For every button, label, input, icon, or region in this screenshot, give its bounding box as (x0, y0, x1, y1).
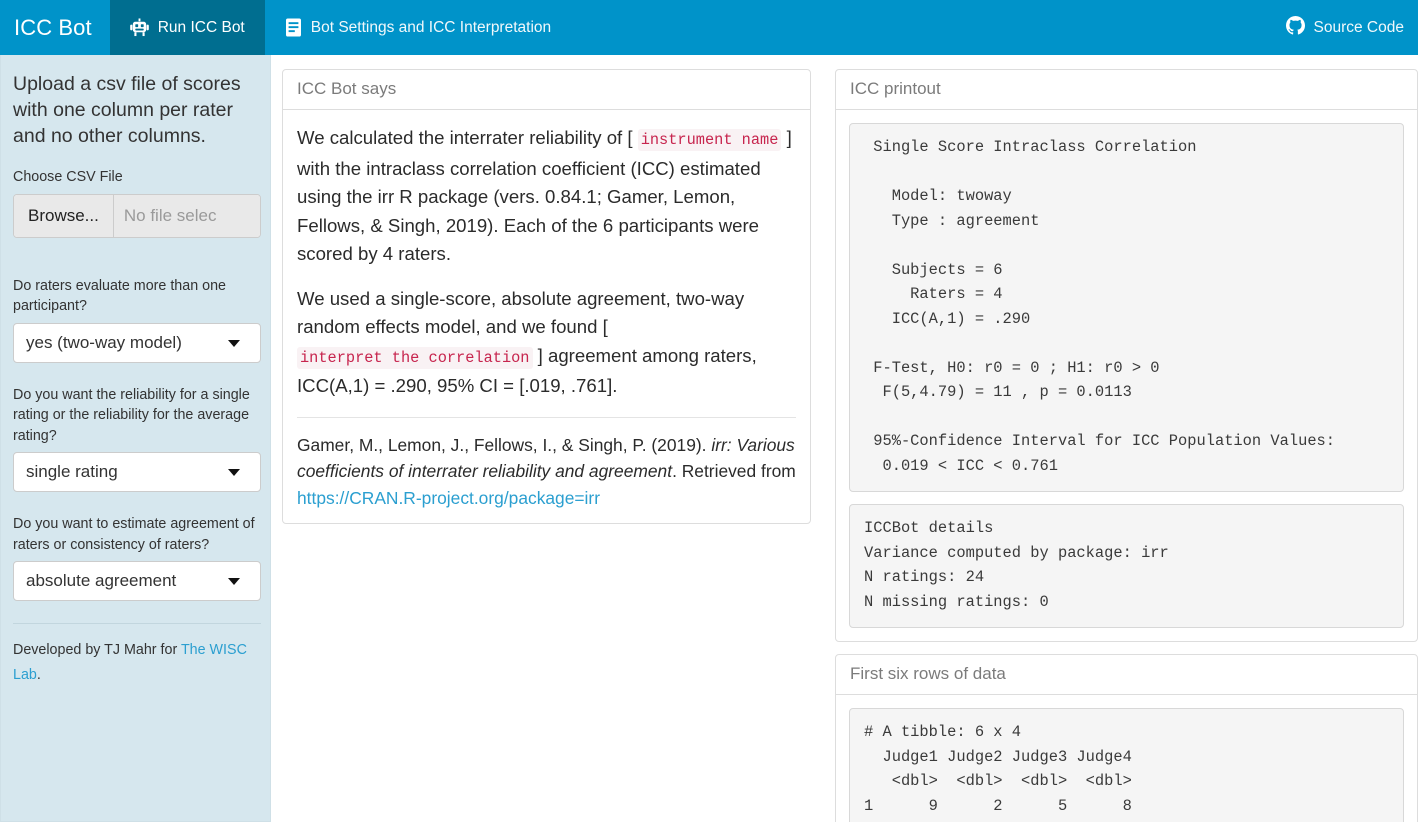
data-preview-title: First six rows of data (836, 655, 1417, 695)
data-preview-text: # A tibble: 6 x 4 Judge1 Judge2 Judge3 J… (864, 723, 1132, 822)
github-icon (1285, 15, 1305, 40)
select-rating-unit-value: single rating (26, 462, 118, 481)
nav-tabs: Run ICC Bot Bot Settings and ICC Interpr… (109, 0, 571, 55)
sidebar-heading: Upload a csv file of scores with one col… (13, 73, 241, 147)
bot-p2-code: interpret the correlation (297, 346, 533, 369)
data-preview-box: # A tibble: 6 x 4 Judge1 Judge2 Judge3 J… (849, 708, 1404, 822)
sidebar-divider (13, 623, 261, 624)
tab-bot-settings-label: Bot Settings and ICC Interpretation (310, 18, 552, 36)
bot-p1-part1: We calculated the interrater reliability… (297, 127, 638, 148)
sidebar-credit: Developed by TJ Mahr for The WISC Lab. (13, 638, 263, 688)
bot-says-column: ICC Bot says We calculated the interrate… (271, 69, 822, 524)
iccbot-details-box: ICCBot details Variance computed by pack… (849, 504, 1404, 628)
bot-p1-code: instrument name (637, 129, 782, 151)
csv-file-input[interactable]: Browse... No file selec (13, 193, 261, 238)
sidebar-credit-suffix: . (36, 667, 41, 683)
icc-printout-text: Single Score Intraclass Correlation Mode… (873, 138, 1336, 475)
icc-printout-box: Single Score Intraclass Correlation Mode… (849, 123, 1404, 492)
question-label-1: Do you want the reliability for a single… (13, 386, 250, 444)
source-code-link[interactable]: Source Code (1268, 0, 1418, 55)
browse-button[interactable]: Browse... (14, 194, 114, 237)
select-model-type[interactable]: yes (two-way model) (13, 322, 261, 363)
source-code-label: Source Code (1313, 18, 1404, 36)
icc-bot-says-body: We calculated the interrater reliability… (283, 110, 810, 523)
top-navbar: ICC Bot Run ICC Bot Bot Settings and ICC… (0, 0, 1418, 55)
sidebar-panel: Upload a csv file of scores with one col… (0, 55, 271, 822)
select-model-type-value: yes (two-way model) (26, 332, 182, 352)
data-preview-body: # A tibble: 6 x 4 Judge1 Judge2 Judge3 J… (836, 695, 1417, 822)
chevron-down-icon (228, 578, 240, 585)
bot-p2-part1: We used a single-score, absolute agreeme… (297, 287, 745, 338)
icc-printout-title: ICC printout (836, 70, 1417, 110)
citation-text: Gamer, M., Lemon, J., Fellows, I., & Sin… (297, 432, 796, 512)
page-body: Upload a csv file of scores with one col… (0, 55, 1418, 822)
document-icon (285, 18, 302, 37)
icc-bot-says-panel: ICC Bot says We calculated the interrate… (282, 69, 811, 524)
chevron-down-icon (228, 339, 240, 347)
sidebar-credit-prefix: Developed by TJ Mahr for (13, 642, 181, 658)
data-preview-panel: First six rows of data # A tibble: 6 x 4… (835, 654, 1418, 822)
citation-after-title: . Retrieved from (672, 461, 796, 481)
citation-authors: Gamer, M., Lemon, J., Fellows, I., & Sin… (297, 434, 712, 455)
file-name-display: No file selec (113, 194, 260, 237)
select-agreement-type-value: absolute agreement (26, 571, 177, 590)
printout-column: ICC printout Single Score Intraclass Cor… (822, 69, 1418, 822)
irr-package-link[interactable]: https://CRAN.R-project.org/package=irr (297, 488, 600, 508)
bot-paragraph-1: We calculated the interrater reliability… (297, 124, 796, 269)
robot-icon (129, 18, 149, 37)
bot-paragraph-2: We used a single-score, absolute agreeme… (297, 285, 796, 401)
navbar-spacer (571, 0, 1267, 55)
icc-bot-says-title: ICC Bot says (283, 70, 810, 110)
icc-printout-body: Single Score Intraclass Correlation Mode… (836, 110, 1417, 641)
tab-run-icc-bot-label: Run ICC Bot (157, 18, 245, 36)
question-label-2: Do you want to estimate agreement of rat… (13, 516, 255, 553)
select-rating-unit[interactable]: single rating (13, 452, 261, 492)
iccbot-details-text: ICCBot details Variance computed by pack… (864, 519, 1169, 611)
chevron-down-icon (228, 469, 240, 476)
file-input-label: Choose CSV File (13, 169, 123, 185)
question-label-0: Do raters evaluate more than one partici… (13, 277, 226, 315)
select-agreement-type[interactable]: absolute agreement (13, 561, 261, 601)
citation-divider (297, 416, 796, 418)
main-content: ICC Bot says We calculated the interrate… (271, 55, 1418, 822)
app-brand: ICC Bot (14, 14, 92, 40)
tab-run-icc-bot[interactable]: Run ICC Bot (109, 0, 265, 55)
tab-bot-settings[interactable]: Bot Settings and ICC Interpretation (265, 0, 571, 55)
icc-printout-panel: ICC printout Single Score Intraclass Cor… (835, 69, 1418, 642)
